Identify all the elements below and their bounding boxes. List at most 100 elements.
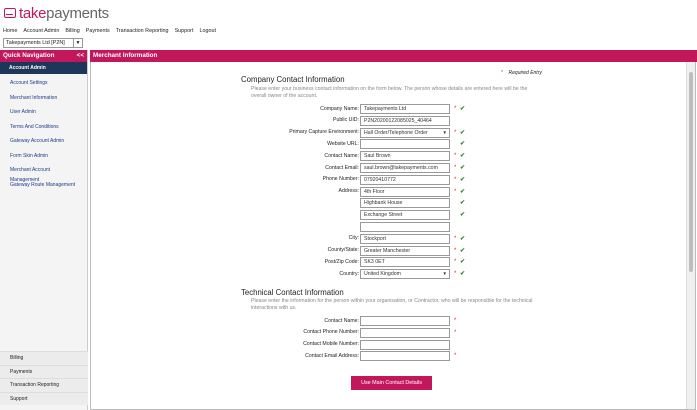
contact-mobile-number-input[interactable] — [360, 339, 450, 350]
company-name-value: Takepayments Ltd — [364, 106, 407, 112]
technical-section-title: Technical Contact Information — [241, 288, 344, 297]
contact-mobile-number-label: Contact Mobile Number: — [303, 341, 359, 348]
main-content: * Required Entry Company Contact Informa… — [90, 62, 696, 410]
required-star-icon: * — [454, 329, 457, 336]
merchant-select-value: Takepayments Ltd [P2N] — [6, 40, 65, 46]
technical-section-desc: Please enter the information for the per… — [251, 298, 533, 311]
required-star-icon: * — [454, 176, 457, 183]
contact-email-label: Contact Email: — [325, 164, 359, 171]
scrollbar-thumb[interactable] — [689, 72, 693, 272]
sidebar-item-account-settings[interactable]: Account Settings — [0, 78, 87, 93]
contact-email-address-input[interactable] — [360, 351, 450, 362]
merchant-select[interactable]: Takepayments Ltd [P2N] ▼ — [3, 38, 83, 48]
sidebar-item-merchant-information[interactable]: Merchant Information — [0, 93, 87, 108]
sidebar-item-gateway-account-admin[interactable]: Gateway Account Admin — [0, 136, 87, 151]
use-main-contact-details-button[interactable]: Use Main Contact Details — [351, 376, 432, 390]
check-icon: ✔ — [460, 271, 466, 278]
chevron-down-icon: ▼ — [442, 271, 447, 277]
contact-name-label: Contact Name: — [324, 317, 359, 324]
top-navigation: Home Account Admin Billing Payments Tran… — [3, 28, 222, 34]
sidebar-item-account-admin[interactable]: Account Admin — [0, 62, 87, 74]
chevron-down-icon: ▼ — [73, 39, 82, 47]
nav-support[interactable]: Support — [175, 28, 194, 34]
public-uid-input[interactable]: P2N20200122085025_40464 — [360, 115, 450, 126]
check-icon: ✔ — [460, 176, 466, 183]
website-url-input[interactable] — [360, 139, 450, 150]
company-section-title: Company Contact Information — [241, 75, 345, 84]
required-star-icon: * — [454, 259, 457, 266]
nav-logout[interactable]: Logout — [199, 28, 216, 34]
phone-number-input[interactable]: 07920410772 — [360, 174, 450, 185]
address-line-2-input[interactable]: Highbank House — [360, 198, 450, 209]
required-star-icon: * — [454, 247, 457, 254]
company-name-input[interactable]: Takepayments Ltd — [360, 104, 450, 114]
logo-text: takepayments — [19, 4, 109, 22]
primary-capture-environment-select[interactable]: Hall Order/Telephone Order ▼ — [360, 127, 450, 138]
sidebar-item-form-skin-admin[interactable]: Form Skin Admin — [0, 151, 87, 166]
page-title: Merchant Information — [90, 50, 697, 62]
public-uid-value: P2N20200122085025_40464 — [364, 117, 432, 124]
required-star-icon: * — [454, 129, 457, 136]
nav-payments[interactable]: Payments — [86, 28, 110, 34]
check-icon: ✔ — [460, 200, 466, 207]
check-icon: ✔ — [460, 106, 466, 112]
address-line-3-input[interactable]: Exchange Street — [360, 210, 450, 221]
post-zip-code-input[interactable]: SK3 0ET — [360, 257, 450, 268]
website-url-label: Website URL: — [327, 140, 359, 147]
required-star-icon: * — [454, 153, 457, 160]
company-name-label: Company Name: — [320, 105, 359, 112]
country-select[interactable]: United Kingdom ▼ — [360, 269, 450, 280]
contact-email-input[interactable]: saul.brown@takepayments.com — [360, 163, 450, 173]
post-zip-code-label: Post/Zip Code: — [324, 258, 359, 265]
sidebar-bottom-transaction-reporting[interactable]: Transaction Reporting — [0, 378, 88, 392]
sidebar-item-gateway-route-management[interactable]: Gateway Route Management — [0, 180, 87, 195]
contact-email-address-label: Contact Email Address: — [305, 352, 359, 359]
collapse-icon[interactable]: << — [77, 52, 84, 60]
scrollbar[interactable] — [686, 62, 695, 409]
nav-account-admin[interactable]: Account Admin — [23, 28, 59, 34]
sidebar-bottom-payments[interactable]: Payments — [0, 364, 88, 378]
check-icon: ✔ — [460, 235, 466, 242]
sidebar-bottom-billing[interactable]: Billing — [0, 351, 88, 365]
required-star-icon: * — [454, 165, 457, 171]
sidebar-title: Quick Navigation — [3, 52, 55, 59]
nav-home[interactable]: Home — [3, 28, 17, 34]
city-input[interactable]: Stockport — [360, 233, 450, 244]
required-star-icon: * — [454, 106, 457, 112]
sidebar-bottom-menu: Billing Payments Transaction Reporting S… — [0, 351, 88, 405]
company-section-desc: Please enter your business contact infor… — [251, 86, 528, 99]
address-line-3-value: Exchange Street — [364, 212, 403, 219]
contact-name-label: Contact Name: — [324, 152, 359, 159]
contact-name-value: Saul Brown — [364, 153, 391, 160]
sidebar-item-user-admin[interactable]: User Admin — [0, 107, 87, 122]
required-note: * Required Entry — [501, 70, 542, 76]
check-icon: ✔ — [460, 259, 466, 266]
sidebar-item-merchant-account-management[interactable]: Merchant Account Management — [0, 165, 87, 183]
address-line-4-input[interactable] — [360, 222, 450, 232]
nav-transaction-reporting[interactable]: Transaction Reporting — [116, 28, 169, 34]
contact-name-input[interactable] — [360, 316, 450, 326]
address-input[interactable]: 4th Floor — [360, 186, 450, 197]
required-star-icon: * — [454, 353, 457, 360]
check-icon: ✔ — [460, 153, 466, 160]
sidebar-item-terms[interactable]: Terms And Conditions — [0, 122, 87, 137]
required-star-icon: * — [454, 188, 457, 195]
required-star-icon: * — [454, 235, 457, 242]
primary-capture-environment-value: Hall Order/Telephone Order — [364, 129, 428, 136]
county-state-input[interactable]: Greater Manchester — [360, 245, 450, 256]
check-icon: ✔ — [460, 247, 466, 254]
address-line-2-value: Highbank House — [364, 200, 403, 207]
country-label: Country: — [339, 270, 359, 277]
sidebar-bottom-support[interactable]: Support — [0, 391, 88, 405]
city-value: Stockport — [364, 235, 386, 242]
logo[interactable]: takepayments — [4, 4, 109, 22]
contact-phone-number-label: Contact Phone Number: — [303, 329, 359, 336]
phone-number-value: 07920410772 — [364, 176, 396, 183]
nav-billing[interactable]: Billing — [65, 28, 79, 34]
chevron-down-icon: ▼ — [442, 129, 447, 135]
county-state-label: County/State: — [327, 247, 359, 254]
contact-name-input[interactable]: Saul Brown — [360, 151, 450, 162]
required-note-text: Required Entry — [508, 70, 542, 76]
check-icon: ✔ — [460, 188, 466, 195]
contact-phone-number-input[interactable] — [360, 327, 450, 338]
